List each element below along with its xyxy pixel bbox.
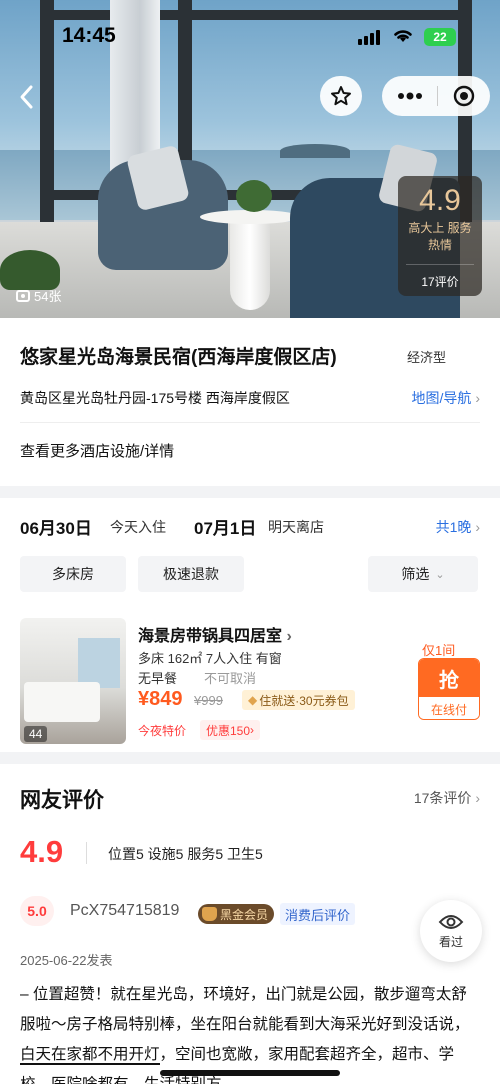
mini-program-capsule	[382, 76, 490, 116]
reviews-sub-scores: 位置5 设施5 服务5 卫生5	[108, 846, 263, 862]
chevron-right-icon: ›	[286, 628, 292, 645]
review-count-link[interactable]: 17评价	[398, 273, 482, 290]
chevron-right-icon: ›	[475, 390, 480, 406]
more-icon[interactable]	[397, 92, 423, 100]
reviewer-name: PcX754715819	[70, 902, 180, 919]
discount-badge[interactable]: 优惠150 ›	[200, 720, 261, 740]
room-name-label: 海景房带锅具四居室	[138, 628, 283, 645]
divider	[86, 842, 87, 864]
member-badge-label: 黑金会员	[220, 907, 269, 922]
reviews-title: 网友评价	[20, 789, 104, 812]
room-photo[interactable]: 44	[20, 618, 126, 744]
filter-multi-bed[interactable]: 多床房	[20, 556, 126, 592]
checkout-date[interactable]: 07月1日	[194, 514, 256, 539]
room-window	[78, 638, 120, 688]
filter-fast-refund[interactable]: 极速退款	[138, 556, 244, 592]
nights-label: 共1晚	[435, 519, 472, 535]
room-price: ¥849	[138, 688, 183, 710]
rooms-left: 仅1间	[422, 643, 456, 658]
recently-viewed-button[interactable]: 看过	[420, 900, 482, 962]
promo-label: 住就送·30元券包	[259, 693, 349, 708]
map-link-label: 地图/导航	[411, 390, 472, 406]
crown-icon	[202, 907, 217, 921]
review-score-badge: 5.0	[20, 896, 54, 926]
hotel-address: 黄岛区星光岛牡丹园-175号楼 西海岸度假区	[20, 390, 290, 406]
wifi-icon	[394, 30, 412, 42]
home-indicator	[160, 1070, 340, 1076]
chevron-right-icon: ›	[475, 519, 480, 535]
back-icon[interactable]	[14, 82, 40, 112]
filter-label: 筛选	[401, 566, 430, 582]
room-meal: 无早餐	[138, 671, 178, 686]
divider	[406, 264, 474, 265]
recently-viewed-label: 看过	[438, 934, 463, 949]
reviews-score: 4.9	[20, 834, 64, 869]
room-bed	[24, 682, 100, 722]
chevron-right-icon: ›	[475, 790, 480, 806]
verified-review-tag: 消费后评价	[280, 903, 356, 925]
map-navigation-link[interactable]: 地图/导航 ›	[412, 388, 480, 408]
room-photo-count: 44	[24, 726, 48, 742]
room-cancel-policy: 不可取消	[204, 671, 257, 686]
star-icon	[331, 86, 351, 106]
filter-button[interactable]: 筛选 ⌄	[368, 556, 478, 592]
close-target-icon[interactable]	[453, 85, 475, 107]
battery-icon: 22	[424, 28, 456, 46]
rating-score: 4.9	[419, 184, 461, 217]
promo-badge: ◆ 住就送·30元券包	[242, 690, 355, 710]
plant	[0, 250, 60, 290]
member-badge: 黑金会员	[198, 904, 275, 924]
chevron-down-icon: ⌄	[435, 568, 445, 581]
hotel-info-card: 悠家星光岛海景民宿(西海岸度假区店) 经济型 黄岛区星光岛牡丹园-175号楼 西…	[0, 318, 500, 486]
review-text: – 位置超赞！就在星光岛，环境好，出门就是公园，散步遛弯太舒服啦～房子格局特别棒…	[20, 986, 470, 1033]
eye-icon	[438, 914, 464, 929]
room-name[interactable]: 海景房带锅具四居室 ›	[138, 622, 292, 646]
review-date: 2025-06-22发表	[20, 953, 113, 968]
rating-summary[interactable]: 4.9 高大上 服务热情 17评价	[398, 176, 482, 296]
discount-label: 优惠150	[206, 723, 251, 738]
side-table	[230, 220, 270, 310]
divider	[20, 422, 480, 423]
payment-type: 在线付	[419, 697, 479, 719]
book-button[interactable]: 抢 在线付	[418, 658, 480, 720]
island	[280, 144, 350, 158]
booking-card: 06月30日 今天入住 07月1日 明天离店 共1晚 › 多床房 极速退款 筛选…	[0, 498, 500, 752]
photo-count-label: 54张	[34, 289, 62, 304]
gift-icon: ◆	[248, 693, 258, 707]
tonight-deal-label: 今夜特价	[138, 724, 187, 738]
chevron-right-icon: ›	[250, 723, 255, 737]
nights-selector[interactable]: 共1晚 ›	[436, 517, 480, 537]
window-frame	[40, 10, 460, 20]
divider	[437, 86, 439, 106]
potted-plant	[236, 180, 272, 212]
more-facilities-link[interactable]: 查看更多酒店设施/详情	[20, 440, 174, 461]
reviews-count-link[interactable]: 17条评价 ›	[414, 788, 480, 808]
book-button-label: 抢	[419, 659, 479, 697]
hotel-type: 经济型	[407, 350, 447, 365]
reviews-count-label: 17条评价	[413, 790, 472, 806]
room-spec: 多床 162㎡ 7人入住 有窗	[138, 651, 282, 666]
checkin-label: 今天入住	[110, 519, 166, 535]
checkin-date[interactable]: 06月30日	[20, 514, 92, 539]
hotel-name: 悠家星光岛海景民宿(西海岸度假区店)	[20, 347, 337, 368]
photo-count[interactable]: 54张	[16, 286, 61, 305]
camera-icon	[16, 289, 30, 302]
status-time: 14:45	[62, 24, 116, 47]
rating-tags: 高大上 服务热情	[408, 221, 472, 252]
review-highlight: 白天在家都不用开灯	[20, 1046, 160, 1065]
checkout-label: 明天离店	[268, 519, 324, 535]
signal-icon	[358, 30, 380, 45]
window-frame	[40, 0, 54, 222]
favorite-button[interactable]	[320, 76, 362, 116]
review-body[interactable]: – 位置超赞！就在星光岛，环境好，出门就是公园，散步遛弯太舒服啦～房子格局特别棒…	[20, 980, 482, 1084]
side-table-top	[200, 210, 300, 224]
room-original-price: ¥999	[194, 693, 223, 708]
